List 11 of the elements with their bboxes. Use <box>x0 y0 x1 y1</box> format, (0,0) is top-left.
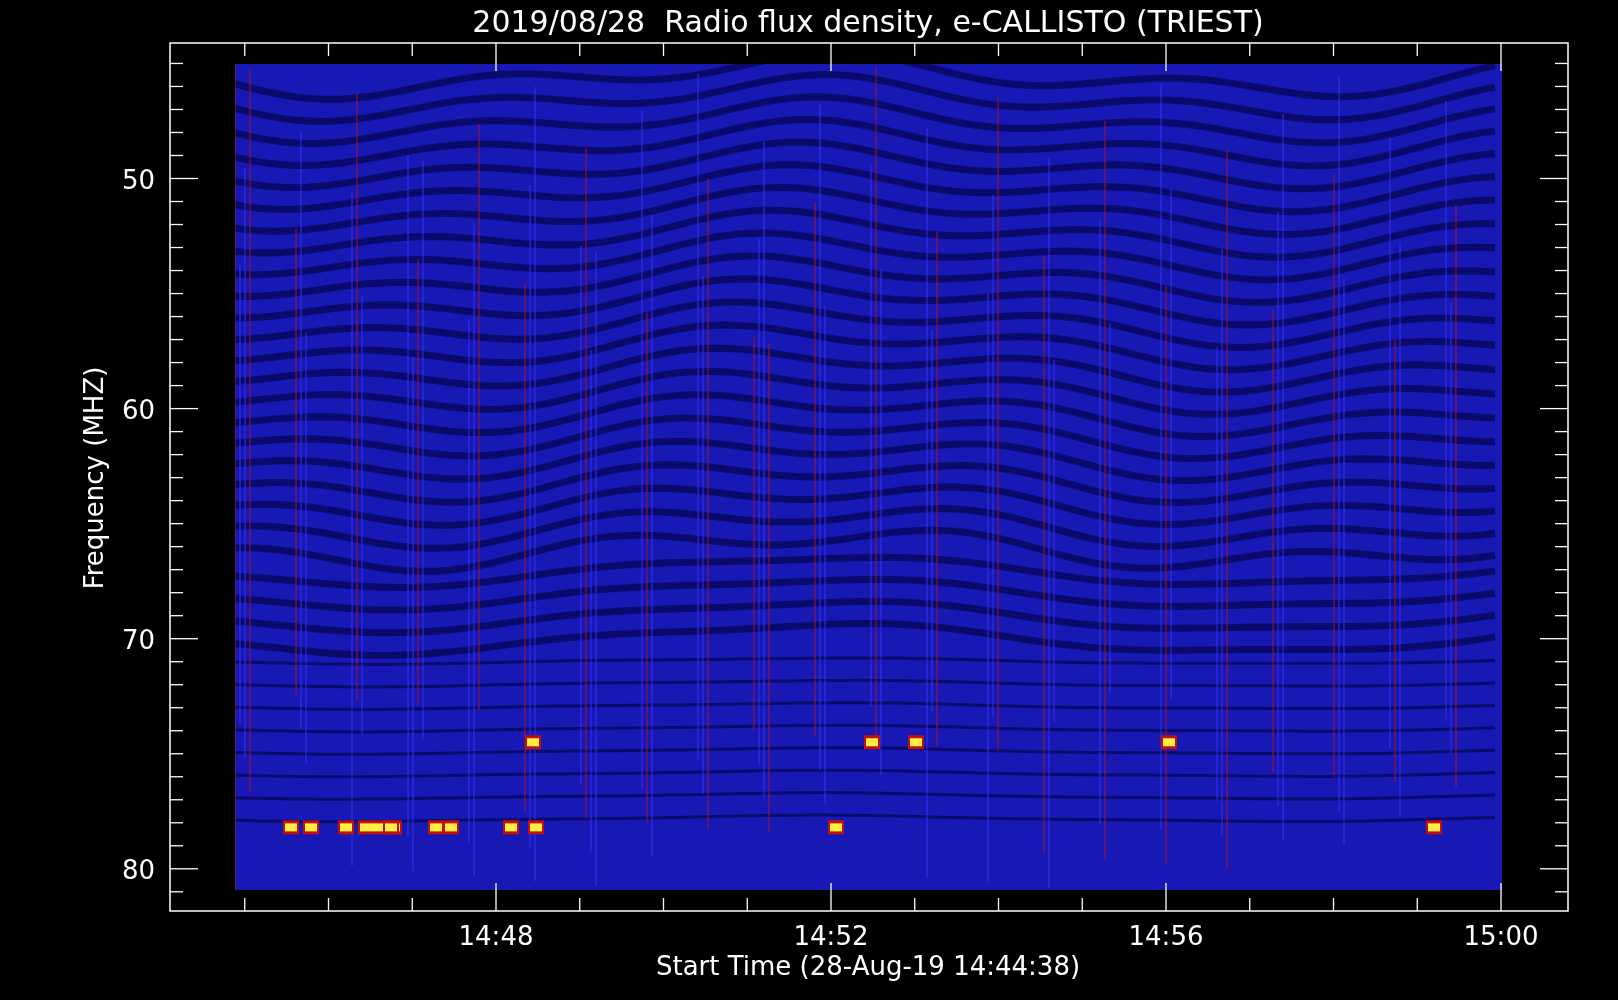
y-axis-label: Frequency (MHZ) <box>79 366 109 590</box>
y-tick-label: 50 <box>121 164 155 195</box>
y-tick-label: 70 <box>121 624 155 655</box>
y-tick-label: 60 <box>121 394 155 425</box>
x-tick-label: 14:48 <box>458 921 534 951</box>
x-tick-label: 14:56 <box>1128 921 1204 951</box>
y-tick-label: 80 <box>121 854 155 885</box>
x-tick-label: 15:00 <box>1463 921 1539 951</box>
x-axis-label: Start Time (28-Aug-19 14:44:38) <box>655 951 1081 981</box>
x-tick-label: 14:52 <box>793 921 869 951</box>
chart-title: 2019/08/28 Radio flux density, e-CALLISTO (TRIEST) <box>472 4 1264 39</box>
